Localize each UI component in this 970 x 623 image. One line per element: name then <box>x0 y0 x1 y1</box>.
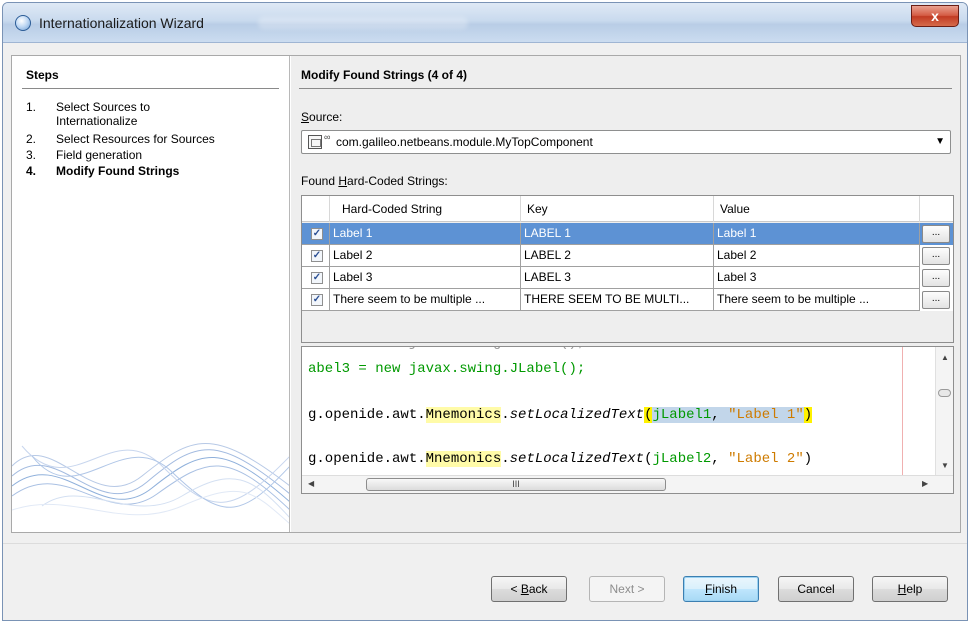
check-cell: ✓ <box>302 289 330 311</box>
string-cell[interactable]: There seem to be multiple ... <box>330 289 521 311</box>
close-button[interactable]: x <box>911 5 959 27</box>
java-file-icon <box>308 135 322 149</box>
table-row[interactable]: ✓ Label 3 LABEL 3 Label 3 ... <box>302 267 953 289</box>
found-strings-label: Found Hard-Coded Strings: <box>301 174 448 188</box>
back-button[interactable]: < Back <box>491 576 567 602</box>
scroll-up-icon[interactable]: ▲ <box>941 353 949 362</box>
key-cell[interactable]: LABEL 2 <box>521 245 714 267</box>
title-bar[interactable]: Internationalization Wizard x <box>3 3 967 43</box>
table-row[interactable]: ✓ Label 2 LABEL 2 Label 2 ... <box>302 245 953 267</box>
back-rest: ack <box>528 582 548 596</box>
chevron-down-icon[interactable]: ▼ <box>935 136 945 147</box>
page-title: Modify Found Strings (4 of 4) <box>301 68 467 82</box>
right-margin-guide <box>902 347 903 475</box>
table-row[interactable]: ✓ There seem to be multiple ... THERE SE… <box>302 289 953 311</box>
cancel-button[interactable]: Cancel <box>778 576 854 602</box>
globe-icon <box>15 15 31 31</box>
key-cell[interactable]: THERE SEEM TO BE MULTI... <box>521 289 714 311</box>
value-cell[interactable]: There seem to be multiple ... <box>714 289 920 311</box>
step-number: 3. <box>26 148 37 162</box>
edit-row-button[interactable]: ... <box>922 269 950 287</box>
finish-rest: inish <box>712 582 738 596</box>
source-select[interactable]: ∞ com.galileo.netbeans.module.MyTopCompo… <box>301 130 951 154</box>
vertical-scrollbar[interactable]: ▲ ▼ <box>935 347 953 475</box>
code-line: g.openide.awt.Mnemonics.setLocalizedText… <box>308 451 813 467</box>
steps-heading: Steps <box>26 68 59 82</box>
check-cell: ✓ <box>302 245 330 267</box>
steps-divider <box>22 88 279 89</box>
scroll-right-icon[interactable]: ▶ <box>922 479 928 488</box>
edit-row-button[interactable]: ... <box>922 225 950 243</box>
back-prefix: < <box>510 582 521 596</box>
vertical-scroll-thumb[interactable] <box>938 389 951 397</box>
help-button[interactable]: Help <box>872 576 948 602</box>
source-select-value: com.galileo.netbeans.module.MyTopCompone… <box>336 135 593 149</box>
step-item-3: 3. Field generation <box>26 148 281 162</box>
value-cell[interactable]: Label 2 <box>714 245 920 267</box>
found-label-post: ard-Coded Strings: <box>347 174 448 188</box>
step-label: Modify Found Strings <box>56 164 180 178</box>
edit-row-button[interactable]: ... <box>922 247 950 265</box>
source-label: Source: <box>301 110 342 124</box>
edit-row-button[interactable]: ... <box>922 291 950 309</box>
found-label-mnemonic: H <box>338 174 348 188</box>
step-number: 1. <box>26 100 37 114</box>
scroll-down-icon[interactable]: ▼ <box>941 461 949 470</box>
key-cell[interactable]: LABEL 1 <box>521 223 714 245</box>
back-mnemonic: B <box>520 582 529 596</box>
step-label: Field generation <box>56 148 143 162</box>
column-header-string[interactable]: Hard-Coded String <box>330 196 521 222</box>
step-number: 2. <box>26 132 37 146</box>
found-strings-table[interactable]: Hard-Coded String Key Value ✓ Label 1 LA… <box>301 195 954 343</box>
key-cell[interactable]: LABEL 3 <box>521 267 714 289</box>
check-cell: ✓ <box>302 223 330 245</box>
step-item-2: 2. Select Resources for Sources <box>26 132 281 146</box>
code-line: abel3 = new javax.swing.JLabel(); <box>308 361 586 377</box>
scroll-left-icon[interactable]: ◀ <box>308 479 314 488</box>
decorative-waves-image <box>12 443 289 524</box>
value-cell[interactable]: Label 1 <box>714 223 920 245</box>
string-cell[interactable]: Label 1 <box>330 223 521 245</box>
button-bar: < Back Next > Finish Cancel Help <box>3 543 967 620</box>
steps-panel: Steps 1. Select Sources to International… <box>12 56 290 532</box>
header-check-column <box>302 196 330 222</box>
source-label-text: ource: <box>309 110 343 124</box>
found-label-pre: Found <box>301 174 339 188</box>
table-row[interactable]: ✓ Label 1 LABEL 1 Label 1 ... <box>302 223 953 245</box>
horizontal-scroll-thumb[interactable]: III <box>366 478 666 491</box>
step-item-4: 4. Modify Found Strings <box>26 164 281 178</box>
code-preview[interactable]: abel2 = new javax.swing.JLabel(); abel3 … <box>301 346 954 494</box>
column-header-value[interactable]: Value <box>714 196 920 222</box>
table-header: Hard-Coded String Key Value <box>302 196 953 222</box>
code-line-clipped: abel2 = new javax.swing.JLabel(); <box>308 347 585 351</box>
wizard-window: Internationalization Wizard x Steps 1. S… <box>2 2 968 621</box>
check-cell: ✓ <box>302 267 330 289</box>
step-label: Select Resources for Sources <box>56 132 215 146</box>
row-checkbox[interactable]: ✓ <box>311 228 323 240</box>
main-panel: Modify Found Strings (4 of 4) Source: ∞ … <box>291 56 960 532</box>
link-badge-icon: ∞ <box>324 132 331 142</box>
window-title: Internationalization Wizard <box>39 15 204 31</box>
value-cell[interactable]: Label 3 <box>714 267 920 289</box>
string-cell[interactable]: Label 2 <box>330 245 521 267</box>
step-item-1: 1. Select Sources to Internationalize <box>26 100 281 128</box>
next-button[interactable]: Next > <box>589 576 665 602</box>
title-bar-blur <box>258 17 468 29</box>
help-rest: elp <box>906 582 923 596</box>
row-checkbox[interactable]: ✓ <box>311 272 323 284</box>
row-checkbox[interactable]: ✓ <box>311 294 323 306</box>
wizard-content: Steps 1. Select Sources to International… <box>11 55 961 533</box>
string-cell[interactable]: Label 3 <box>330 267 521 289</box>
step-number: 4. <box>26 164 37 178</box>
column-header-key[interactable]: Key <box>521 196 714 222</box>
code-line: g.openide.awt.Mnemonics.setLocalizedText… <box>308 407 813 423</box>
title-divider <box>299 88 952 89</box>
horizontal-scrollbar[interactable]: ◀ III ▶ <box>302 475 953 493</box>
step-label: Select Sources to Internationalize <box>56 100 151 128</box>
source-label-mnemonic: S <box>301 110 310 124</box>
finish-button[interactable]: Finish <box>683 576 759 602</box>
row-checkbox[interactable]: ✓ <box>311 250 323 262</box>
